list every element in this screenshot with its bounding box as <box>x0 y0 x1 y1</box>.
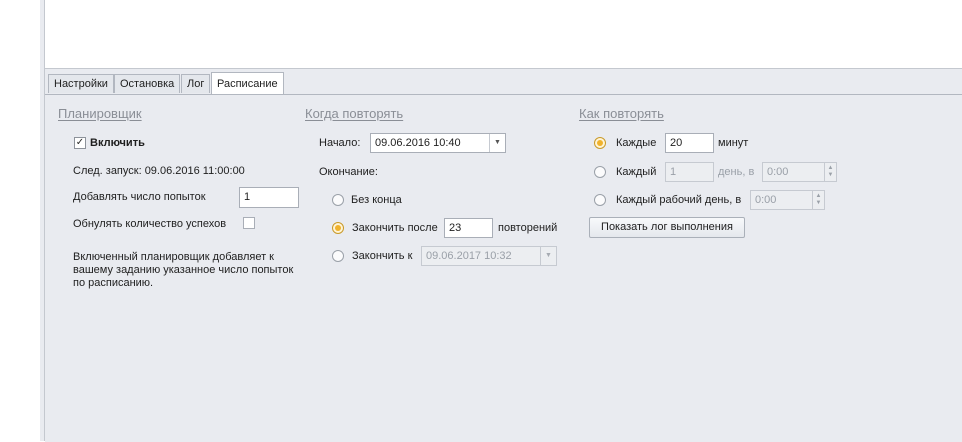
minutes-label: минут <box>718 137 749 149</box>
no-end-radio[interactable] <box>332 194 344 206</box>
add-attempts-input[interactable]: 1 <box>239 187 299 208</box>
day-at-label: день, в <box>718 166 755 178</box>
each-day-radio[interactable] <box>594 166 606 178</box>
content-area-top <box>45 0 962 69</box>
each-day-input[interactable]: 1 <box>665 162 714 182</box>
end-after-radio[interactable] <box>332 222 344 234</box>
day-time-value: 0:00 <box>767 166 789 178</box>
scheduler-description: Включенный планировщик добавляет к вашем… <box>73 251 294 289</box>
scheduler-heading: Планировщик <box>58 106 142 121</box>
end-at-label: Закончить к <box>352 250 413 262</box>
workday-label: Каждый рабочий день, в <box>616 194 742 206</box>
tab-settings[interactable]: Настройки <box>48 74 114 93</box>
end-after-label: Закончить после <box>352 222 438 234</box>
enable-checkbox[interactable]: ✓ <box>74 137 86 149</box>
when-heading: Когда повторять <box>305 106 404 121</box>
show-log-button[interactable]: Показать лог выполнения <box>589 217 745 238</box>
every-minutes-input[interactable]: 20 <box>665 133 714 153</box>
workday-time-value: 0:00 <box>755 194 777 206</box>
end-at-date-input[interactable]: 09.06.2017 10:32 ▼ <box>421 246 557 266</box>
tab-schedule[interactable]: Расписание <box>211 72 284 94</box>
start-date-value: 09.06.2016 10:40 <box>375 137 461 149</box>
reset-success-checkbox[interactable] <box>243 217 255 229</box>
tab-log[interactable]: Лог <box>181 74 211 93</box>
how-heading: Как повторять <box>579 106 664 121</box>
day-time-input[interactable]: 0:00 ▲ ▼ <box>762 162 837 182</box>
spinner-icon[interactable]: ▲ ▼ <box>824 163 836 181</box>
repeats-label: повторений <box>498 222 558 234</box>
end-after-input[interactable]: 23 <box>444 218 493 238</box>
tab-stop[interactable]: Остановка <box>114 74 181 93</box>
no-end-label: Без конца <box>351 194 402 206</box>
left-gutter <box>0 0 41 441</box>
end-at-radio[interactable] <box>332 250 344 262</box>
workday-time-input[interactable]: 0:00 ▲ ▼ <box>750 190 825 210</box>
every-minutes-radio[interactable] <box>594 137 606 149</box>
spinner-icon[interactable]: ▲ ▼ <box>812 191 824 209</box>
workday-radio[interactable] <box>594 194 606 206</box>
add-attempts-label: Добавлять число попыток <box>73 191 206 203</box>
checkmark-icon: ✓ <box>75 137 85 148</box>
start-date-input[interactable]: 09.06.2016 10:40 ▼ <box>370 133 506 153</box>
start-label: Начало: <box>319 137 361 149</box>
every-label: Каждые <box>616 137 657 149</box>
enable-label: Включить <box>90 137 145 149</box>
chevron-down-icon[interactable]: ▼ <box>540 247 556 265</box>
each-day-label: Каждый <box>616 166 657 178</box>
next-run-text: След. запуск: 09.06.2016 11:00:00 <box>73 165 245 177</box>
end-at-date-value: 09.06.2017 10:32 <box>426 250 512 262</box>
reset-success-label: Обнулять количество успехов <box>73 218 227 230</box>
end-label: Окончание: <box>319 166 378 178</box>
chevron-down-icon[interactable]: ▼ <box>489 134 505 152</box>
